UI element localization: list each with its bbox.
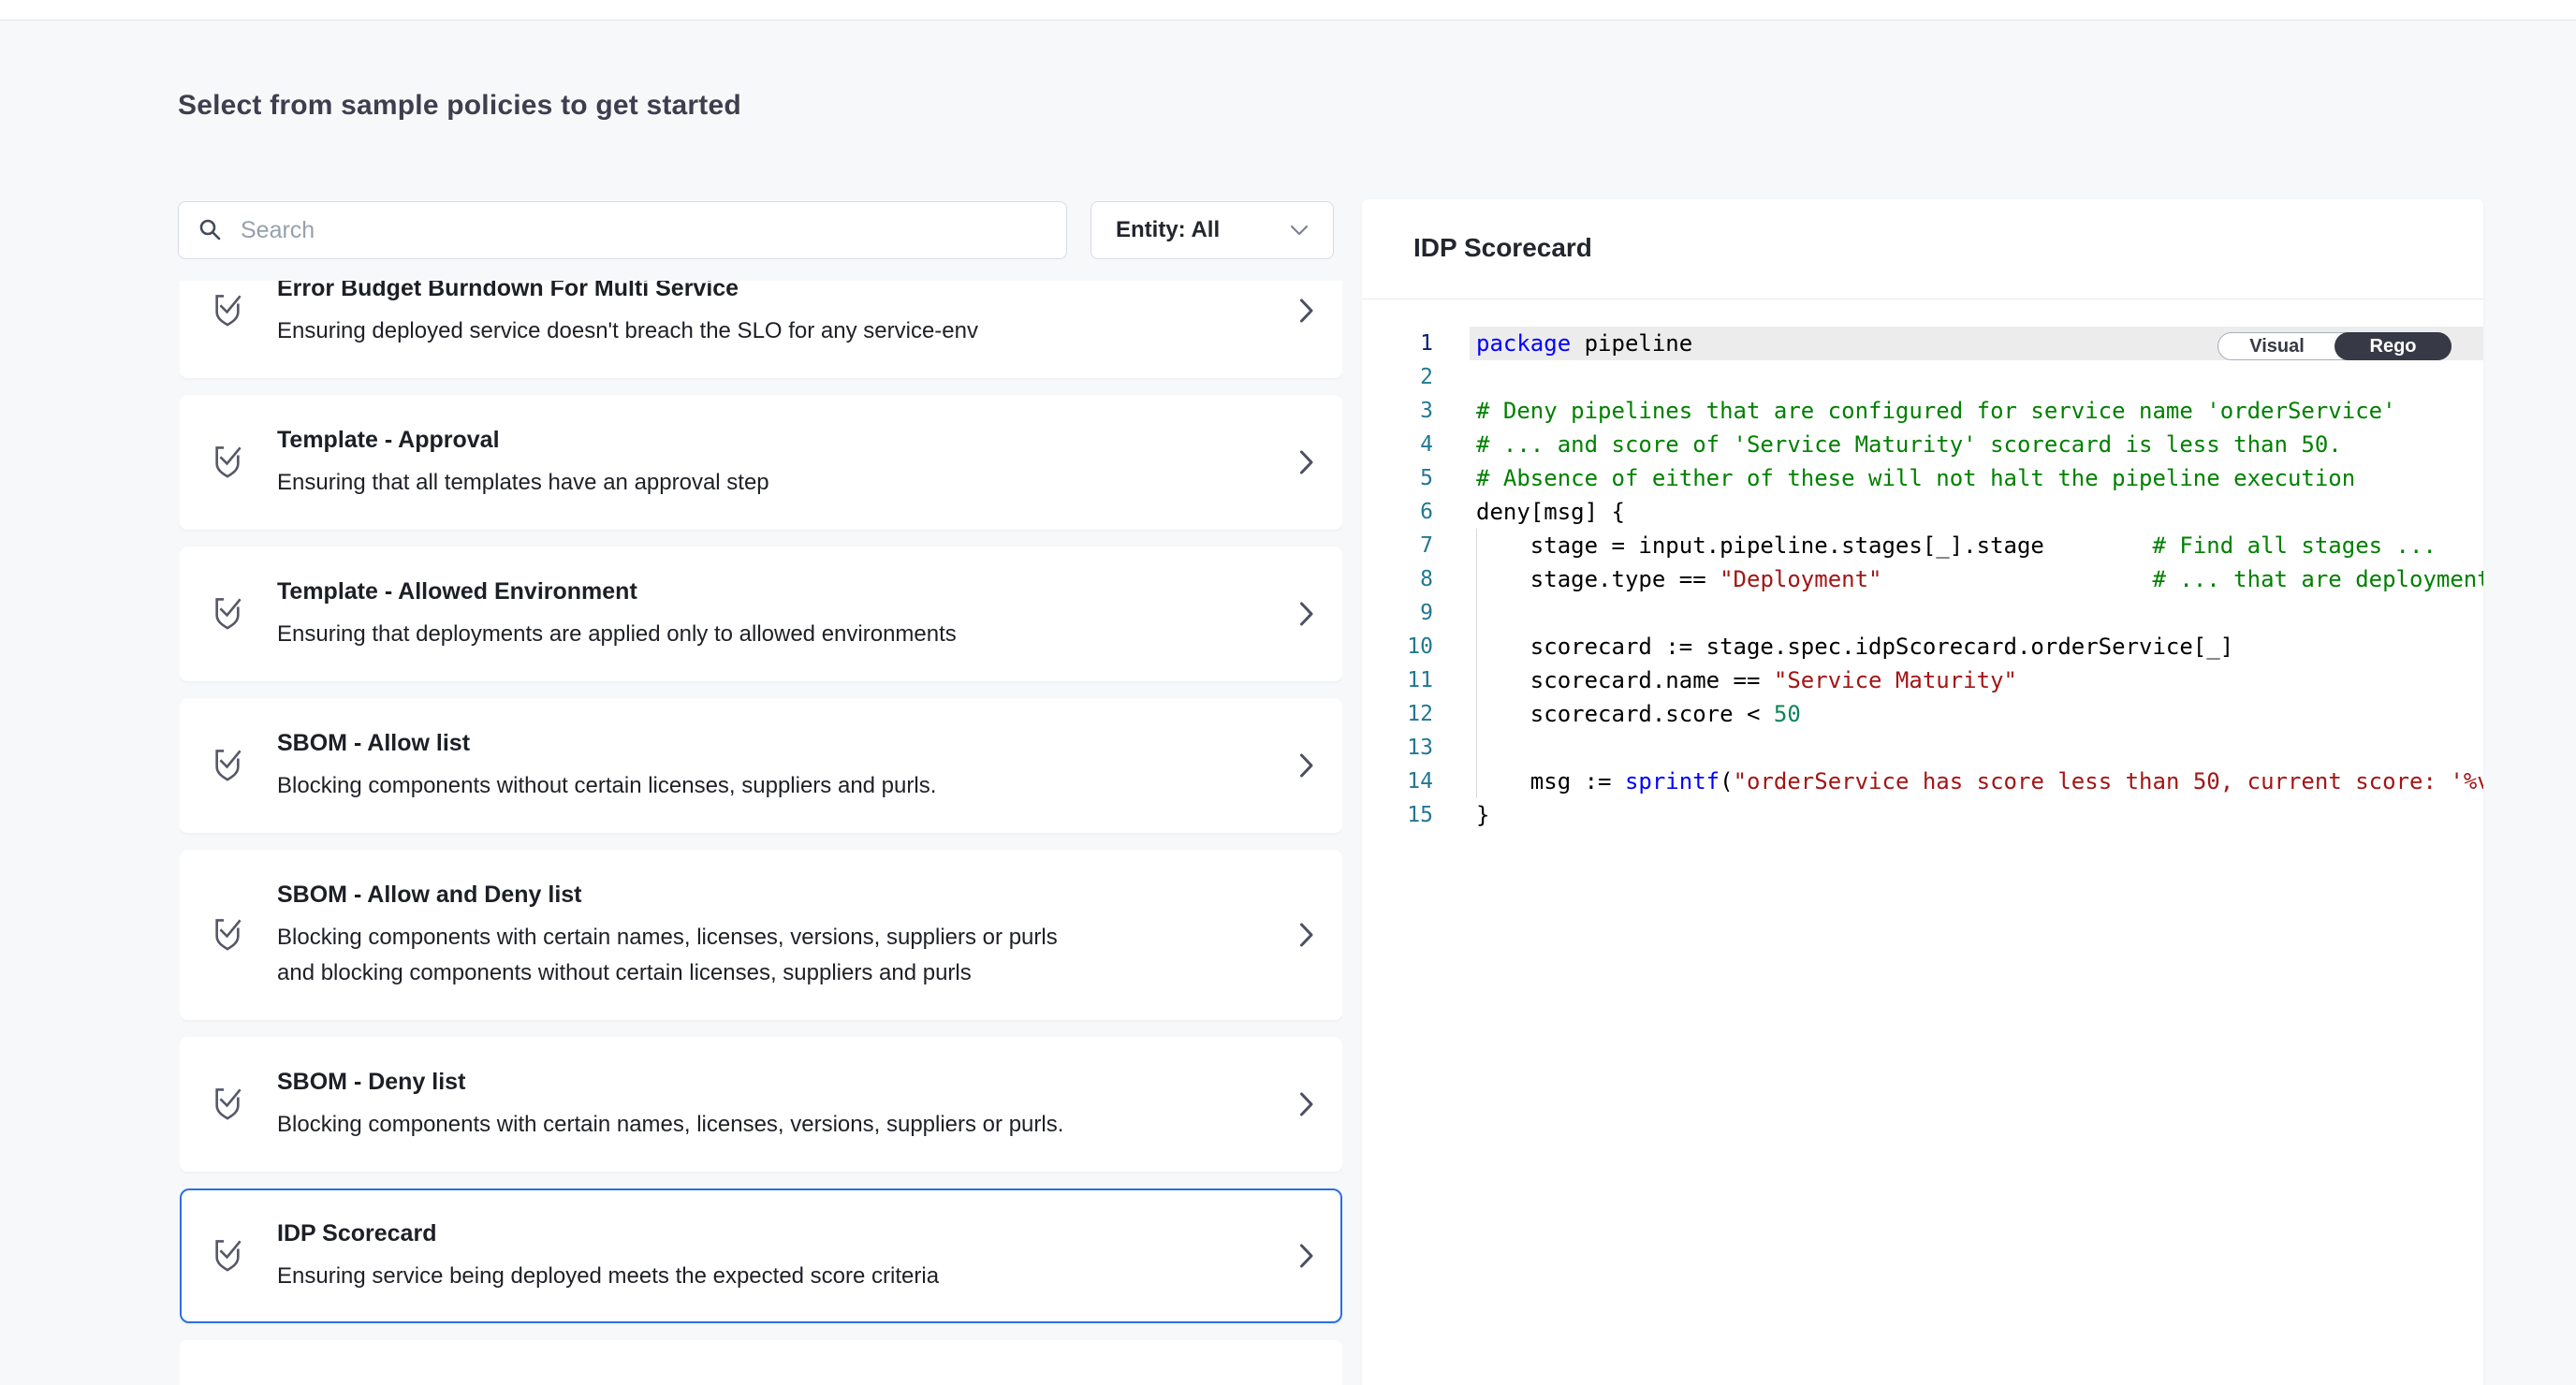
policy-shield-check-icon bbox=[212, 747, 243, 784]
policy-card-partially-visible[interactable] bbox=[180, 1340, 1342, 1385]
policy-list: Error Budget Burndown For Multi Service … bbox=[180, 281, 1342, 1385]
policy-description: Ensuring deployed service doesn't breach… bbox=[277, 313, 1073, 349]
policy-card-text: Error Budget Burndown For Multi Service … bbox=[277, 281, 1299, 349]
line-number: 10 bbox=[1362, 630, 1433, 663]
policy-card[interactable]: Template - Approval Ensuring that all te… bbox=[180, 395, 1342, 530]
line-number: 6 bbox=[1362, 495, 1433, 529]
chevron-down-icon bbox=[1290, 225, 1309, 236]
policy-card-text: SBOM - Allow list Blocking components wi… bbox=[277, 727, 1299, 804]
toggle-option-rego[interactable]: Rego bbox=[2334, 332, 2452, 360]
policy-description: Ensuring service being deployed meets th… bbox=[277, 1259, 1073, 1294]
policy-shield-check-icon bbox=[212, 595, 243, 633]
policy-card[interactable]: SBOM - Deny list Blocking components wit… bbox=[180, 1037, 1342, 1172]
chevron-right-icon bbox=[1299, 449, 1314, 475]
policy-title: Template - Approval bbox=[277, 424, 1299, 456]
policy-shield-check-icon bbox=[212, 1237, 243, 1275]
line-number: 11 bbox=[1362, 663, 1433, 697]
line-number: 7 bbox=[1362, 529, 1433, 562]
policy-title: SBOM - Allow list bbox=[277, 727, 1299, 759]
search-field bbox=[178, 201, 1067, 259]
policy-title: SBOM - Deny list bbox=[277, 1066, 1299, 1098]
code-line: # Absence of either of these will not ha… bbox=[1476, 461, 2483, 495]
policy-description: Ensuring that deployments are applied on… bbox=[277, 617, 1073, 652]
line-number: 12 bbox=[1362, 697, 1433, 731]
policy-card[interactable]: Error Budget Burndown For Multi Service … bbox=[180, 281, 1342, 378]
code-line: # ... and score of 'Service Maturity' sc… bbox=[1476, 428, 2483, 461]
code-content: package pipeline# Deny pipelines that ar… bbox=[1476, 327, 2483, 1385]
chevron-right-icon bbox=[1299, 1243, 1314, 1269]
search-input[interactable] bbox=[178, 201, 1067, 259]
policy-title: SBOM - Allow and Deny list bbox=[277, 879, 1299, 911]
policy-title: Template - Allowed Environment bbox=[277, 576, 1299, 607]
line-number: 9 bbox=[1362, 596, 1433, 630]
chevron-right-icon bbox=[1299, 752, 1314, 779]
line-number: 4 bbox=[1362, 428, 1433, 461]
chevron-right-icon bbox=[1299, 922, 1314, 948]
code-line bbox=[1476, 731, 2483, 765]
policy-title: Error Budget Burndown For Multi Service bbox=[277, 281, 1299, 304]
line-number: 15 bbox=[1362, 798, 1433, 832]
entity-filter-dropdown[interactable]: Entity: All bbox=[1090, 201, 1334, 259]
policy-shield-check-icon bbox=[212, 1086, 243, 1123]
detail-header: IDP Scorecard bbox=[1362, 199, 2483, 299]
code-line bbox=[1476, 360, 2483, 394]
line-number-gutter: 123456789101112131415 bbox=[1362, 327, 1433, 832]
line-number: 3 bbox=[1362, 394, 1433, 428]
line-number: 14 bbox=[1362, 765, 1433, 798]
code-line bbox=[1476, 596, 2483, 630]
search-icon bbox=[198, 218, 223, 242]
policy-title: IDP Scorecard bbox=[277, 1217, 1299, 1249]
code-line: stage.type == "Deployment" # ... that ar… bbox=[1476, 562, 2483, 596]
code-line: scorecard := stage.spec.idpScorecard.ord… bbox=[1476, 630, 2483, 663]
policy-card[interactable]: SBOM - Allow list Blocking components wi… bbox=[180, 698, 1342, 833]
policy-shield-check-icon bbox=[212, 444, 243, 481]
chevron-right-icon bbox=[1299, 298, 1314, 324]
code-line: # Deny pipelines that are configured for… bbox=[1476, 394, 2483, 428]
line-number: 2 bbox=[1362, 360, 1433, 394]
policy-card-text: SBOM - Allow and Deny list Blocking comp… bbox=[277, 879, 1299, 991]
policy-card-text: IDP Scorecard Ensuring service being dep… bbox=[277, 1217, 1299, 1294]
policy-card-text: Template - Approval Ensuring that all te… bbox=[277, 424, 1299, 501]
search-row: Entity: All bbox=[178, 201, 1334, 259]
policy-description: Blocking components with certain names, … bbox=[277, 1107, 1073, 1143]
toggle-option-visual[interactable]: Visual bbox=[2218, 333, 2335, 359]
top-bar bbox=[0, 0, 2576, 21]
code-line: scorecard.score < 50 bbox=[1476, 697, 2483, 731]
policy-list-viewport: Error Budget Burndown For Multi Service … bbox=[180, 281, 1342, 1385]
line-number: 1 bbox=[1362, 327, 1433, 360]
indent-guide bbox=[1476, 529, 1477, 798]
policy-description: Blocking components without certain lice… bbox=[277, 768, 1073, 804]
line-number: 8 bbox=[1362, 562, 1433, 596]
detail-title: IDP Scorecard bbox=[1362, 199, 2483, 263]
chevron-right-icon bbox=[1299, 601, 1314, 627]
code-line: stage = input.pipeline.stages[_].stage #… bbox=[1476, 529, 2483, 562]
entity-filter-label: Entity: All bbox=[1116, 217, 1220, 243]
policy-description: Ensuring that all templates have an appr… bbox=[277, 465, 1073, 501]
code-line: deny[msg] { bbox=[1476, 495, 2483, 529]
chevron-right-icon bbox=[1299, 1091, 1314, 1117]
policy-card[interactable]: SBOM - Allow and Deny list Blocking comp… bbox=[180, 850, 1342, 1020]
policy-shield-check-icon bbox=[212, 916, 243, 954]
line-number: 13 bbox=[1362, 731, 1433, 765]
code-line: } bbox=[1476, 798, 2483, 832]
line-number: 5 bbox=[1362, 461, 1433, 495]
policy-detail-panel: IDP Scorecard 123456789101112131415 pack… bbox=[1362, 199, 2483, 1385]
page-title: Select from sample policies to get start… bbox=[178, 90, 741, 122]
code-line: scorecard.name == "Service Maturity" bbox=[1476, 663, 2483, 697]
rego-code-editor[interactable]: 123456789101112131415 package pipeline# … bbox=[1362, 300, 2483, 1385]
policy-card-text: Template - Allowed Environment Ensuring … bbox=[277, 576, 1299, 652]
policy-card[interactable]: Template - Allowed Environment Ensuring … bbox=[180, 547, 1342, 681]
code-line: msg := sprintf("orderService has score l… bbox=[1476, 765, 2483, 798]
policy-card-text: SBOM - Deny list Blocking components wit… bbox=[277, 1066, 1299, 1143]
policy-shield-check-icon bbox=[212, 292, 243, 329]
view-mode-toggle: VisualRego bbox=[2217, 332, 2452, 360]
policy-card[interactable]: IDP Scorecard Ensuring service being dep… bbox=[180, 1188, 1342, 1323]
policy-description: Blocking components with certain names, … bbox=[277, 920, 1073, 991]
